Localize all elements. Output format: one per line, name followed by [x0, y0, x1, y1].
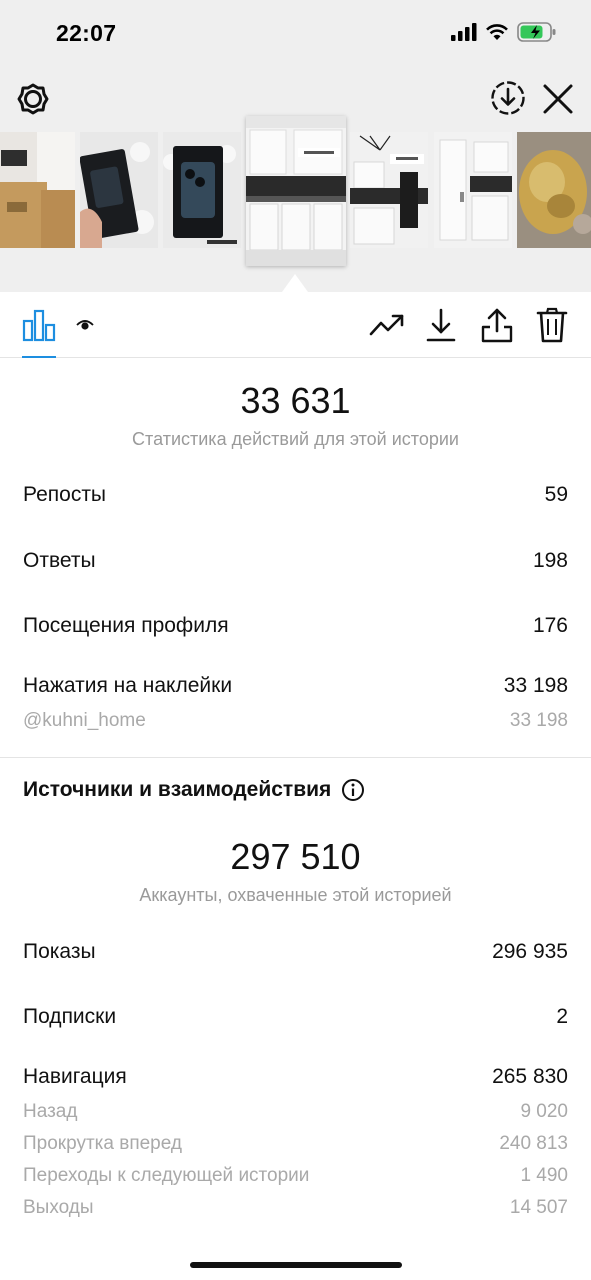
stat-sublabel: Выходы — [23, 1197, 94, 1218]
download-icon[interactable] — [426, 308, 456, 342]
info-icon[interactable] — [341, 778, 365, 802]
story-thumbnail[interactable] — [163, 132, 241, 248]
trending-icon[interactable] — [369, 312, 405, 338]
stat-value: 33 198 — [503, 674, 568, 697]
stat-value: 198 — [532, 549, 568, 572]
bar-chart-icon[interactable] — [22, 308, 56, 342]
close-icon[interactable] — [541, 82, 575, 116]
story-thumbnail[interactable] — [80, 132, 158, 248]
stat-label: Подписки — [23, 1005, 117, 1028]
story-thumbnail[interactable] — [0, 132, 75, 248]
stat-label: Нажатия на наклейки — [23, 674, 233, 697]
section-title: Источники и взаимодействия — [23, 778, 365, 802]
status-time: 22:07 — [56, 20, 117, 46]
stat-subvalue: 33 198 — [509, 710, 568, 731]
stat-subrow: Назад 9 020 — [23, 1101, 568, 1123]
stat-sublabel: Прокрутка вперед — [23, 1133, 182, 1154]
stat-subrow: @kuhni_home 33 198 — [23, 710, 568, 732]
download-circle-icon[interactable] — [490, 80, 526, 116]
eye-icon[interactable] — [76, 318, 94, 332]
battery-charging-icon — [517, 22, 556, 42]
insights-panel: 33 631 Статистика действий для этой исто… — [0, 292, 591, 1280]
gear-icon[interactable] — [16, 82, 50, 116]
stat-sublabel: Переходы к следующей истории — [23, 1165, 310, 1186]
trash-icon[interactable] — [536, 307, 568, 343]
interactions-total: 33 631 — [240, 380, 351, 421]
reach-total: 297 510 — [230, 836, 361, 877]
stat-label: Посещения профиля — [23, 614, 229, 637]
stat-label: Навигация — [23, 1065, 127, 1088]
stat-row: Ответы 198 — [23, 549, 568, 573]
stat-row: Посещения профиля 176 — [23, 614, 568, 638]
stat-row: Подписки 2 — [23, 1005, 568, 1029]
story-thumbnail[interactable] — [517, 132, 591, 248]
story-thumbnail[interactable] — [434, 132, 512, 248]
stat-subvalue: 9 020 — [520, 1101, 568, 1122]
story-thumbnail-selected[interactable] — [246, 116, 346, 266]
active-tab-underline — [22, 356, 56, 358]
selected-story-pointer — [282, 274, 308, 292]
insights-tabbar — [0, 292, 591, 358]
stat-label: Показы — [23, 940, 96, 963]
stat-value: 296 935 — [492, 940, 568, 963]
stat-subvalue: 240 813 — [499, 1133, 568, 1154]
stat-sublabel: Назад — [23, 1101, 78, 1122]
story-thumbnail[interactable] — [350, 132, 428, 248]
stat-row: Навигация 265 830 — [23, 1065, 568, 1089]
home-indicator[interactable] — [190, 1262, 402, 1268]
stat-subvalue: 14 507 — [509, 1197, 568, 1218]
stat-label: Репосты — [23, 483, 107, 506]
stat-subrow: Прокрутка вперед 240 813 — [23, 1133, 568, 1155]
stat-value: 176 — [532, 614, 568, 637]
story-thumbnail-strip[interactable] — [0, 116, 591, 266]
stat-value: 2 — [556, 1005, 568, 1028]
share-icon[interactable] — [481, 307, 513, 343]
section-title-text: Источники и взаимодействия — [23, 778, 332, 801]
wifi-icon — [486, 24, 508, 40]
stat-subvalue: 1 490 — [520, 1165, 568, 1186]
stat-sublabel: @kuhni_home — [23, 710, 146, 731]
stat-value: 265 830 — [492, 1065, 568, 1088]
reach-caption: Аккаунты, охваченные этой историей — [139, 885, 452, 905]
interactions-caption: Статистика действий для этой истории — [132, 429, 459, 449]
stat-subrow: Выходы 14 507 — [23, 1197, 568, 1219]
stat-value: 59 — [544, 483, 568, 506]
stat-subrow: Переходы к следующей истории 1 490 — [23, 1165, 568, 1187]
stat-row: Показы 296 935 — [23, 940, 568, 964]
status-icons — [451, 22, 557, 42]
stat-row: Нажатия на наклейки 33 198 — [23, 674, 568, 698]
story-header: 22:07 — [0, 0, 591, 292]
section-divider — [0, 757, 591, 758]
stat-label: Ответы — [23, 549, 96, 572]
stat-row: Репосты 59 — [23, 483, 568, 507]
signal-icon — [451, 23, 477, 41]
